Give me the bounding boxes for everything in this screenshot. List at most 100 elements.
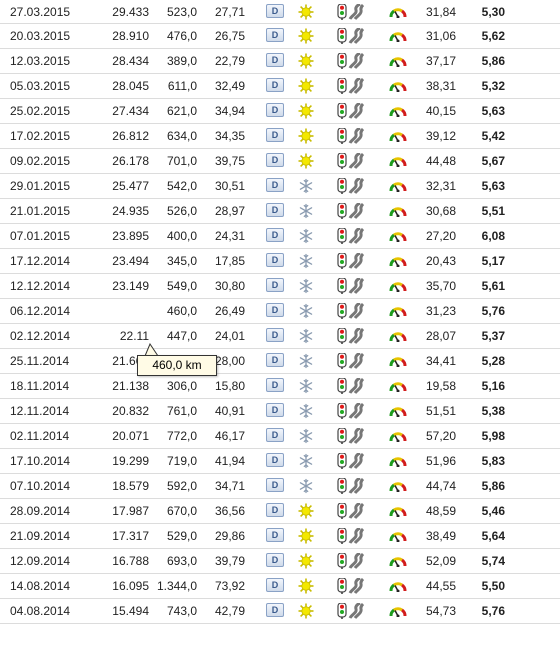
d-badge-icon[interactable]: D [266, 503, 284, 517]
fuel-log-row-19[interactable]: 17.10.2014 19.299 719,0 41,94 D 51,96 5,… [0, 449, 560, 474]
d-badge-icon[interactable]: D [266, 203, 284, 217]
fuel-type-cell[interactable]: D [266, 503, 284, 517]
fuel-log-row-9[interactable]: 21.01.2015 24.935 526,0 28,97 D 30,68 5,… [0, 199, 560, 224]
fuel-type-cell[interactable]: D [266, 478, 284, 492]
d-badge-icon[interactable]: D [266, 403, 284, 417]
fuel-type-cell[interactable]: D [266, 303, 284, 317]
distance-cell[interactable]: 693,0 [150, 549, 197, 573]
d-badge-icon[interactable]: D [266, 353, 284, 367]
distance-cell[interactable]: 549,0 [150, 274, 197, 298]
distance-cell[interactable]: 761,0 [150, 399, 197, 423]
fuel-log-row-23[interactable]: 12.09.2014 16.788 693,0 39,79 D 52,09 5,… [0, 549, 560, 574]
distance-cell[interactable]: 526,0 [150, 199, 197, 223]
fuel-log-row-7[interactable]: 09.02.2015 26.178 701,0 39,75 D 44,48 5,… [0, 149, 560, 174]
fuel-type-cell[interactable]: D [266, 453, 284, 467]
d-badge-icon[interactable]: D [266, 278, 284, 292]
fuel-log-row-2[interactable]: 20.03.2015 28.910 476,0 26,75 D 31,06 5,… [0, 24, 560, 49]
d-badge-icon[interactable]: D [266, 53, 284, 67]
fuel-log-row-15[interactable]: 25.11.2014 21.668 530,0 28,00 D [0, 349, 560, 374]
fuel-log-row-14[interactable]: 02.12.2014 22.11 447,0 24,01 D 28,07 5,3… [0, 324, 560, 349]
distance-cell[interactable]: 389,0 [150, 49, 197, 73]
fuel-type-cell[interactable]: D [266, 278, 284, 292]
fuel-type-cell[interactable]: D [266, 578, 284, 592]
fuel-log-row-5[interactable]: 25.02.2015 27.434 621,0 34,94 D 40,15 5,… [0, 99, 560, 124]
distance-cell[interactable]: 523,0 [150, 0, 197, 24]
fuel-log-row-21[interactable]: 28.09.2014 17.987 670,0 36,56 D 48,59 5,… [0, 499, 560, 524]
d-badge-icon[interactable]: D [266, 178, 284, 192]
distance-cell[interactable]: 460,0 [150, 299, 197, 323]
fuel-log-row-13[interactable]: 06.12.2014 460,0 26,49 D 31,23 5,76 [0, 299, 560, 324]
fuel-log-row-18[interactable]: 02.11.2014 20.071 772,0 46,17 D 57,20 5,… [0, 424, 560, 449]
d-badge-icon[interactable]: D [266, 253, 284, 267]
d-badge-icon[interactable]: D [266, 228, 284, 242]
distance-cell[interactable]: 345,0 [150, 249, 197, 273]
fuel-type-cell[interactable]: D [266, 228, 284, 242]
d-badge-icon[interactable]: D [266, 553, 284, 567]
fuel-log-row-22[interactable]: 21.09.2014 17.317 529,0 29,86 D 38,49 5,… [0, 524, 560, 549]
distance-cell[interactable]: 542,0 [150, 174, 197, 198]
d-badge-icon[interactable]: D [266, 603, 284, 617]
distance-cell[interactable]: 701,0 [150, 149, 197, 173]
fuel-type-cell[interactable]: D [266, 28, 284, 42]
distance-cell[interactable]: 621,0 [150, 99, 197, 123]
odometer-cell: 23.494 [112, 254, 149, 268]
fuel-type-cell[interactable]: D [266, 103, 284, 117]
d-badge-icon[interactable]: D [266, 4, 284, 18]
distance-cell[interactable]: 772,0 [150, 424, 197, 448]
fuel-log-row-4[interactable]: 05.03.2015 28.045 611,0 32,49 D 38,31 5,… [0, 74, 560, 99]
fuel-type-cell[interactable]: D [266, 403, 284, 417]
d-badge-icon[interactable]: D [266, 78, 284, 92]
fuel-type-cell[interactable]: D [266, 603, 284, 617]
distance-cell[interactable]: 529,0 [150, 524, 197, 548]
fuel-log-row-3[interactable]: 12.03.2015 28.434 389,0 22,79 D 37,17 5,… [0, 49, 560, 74]
distance-cell[interactable]: 592,0 [150, 474, 197, 498]
distance-cell[interactable]: 719,0 [150, 449, 197, 473]
fuel-log-row-10[interactable]: 07.01.2015 23.895 400,0 24,31 D 27,20 6,… [0, 224, 560, 249]
fuel-volume-cell: 32,49 [214, 79, 245, 93]
d-badge-icon[interactable]: D [266, 303, 284, 317]
d-badge-icon[interactable]: D [266, 453, 284, 467]
fuel-log-row-1[interactable]: 27.03.2015 29.433 523,0 27,71 D 31,84 5,… [0, 0, 560, 24]
fuel-type-cell[interactable]: D [266, 4, 284, 18]
distance-cell[interactable]: 611,0 [150, 74, 197, 98]
d-badge-icon[interactable]: D [266, 578, 284, 592]
d-badge-icon[interactable]: D [266, 153, 284, 167]
fuel-log-row-20[interactable]: 07.10.2014 18.579 592,0 34,71 D 44,74 5,… [0, 474, 560, 499]
d-badge-icon[interactable]: D [266, 528, 284, 542]
d-badge-icon[interactable]: D [266, 103, 284, 117]
fuel-type-cell[interactable]: D [266, 178, 284, 192]
fuel-type-cell[interactable]: D [266, 253, 284, 267]
fuel-log-row-12[interactable]: 12.12.2014 23.149 549,0 30,80 D 35,70 5,… [0, 274, 560, 299]
fuel-type-cell[interactable]: D [266, 378, 284, 392]
fuel-type-cell[interactable]: D [266, 528, 284, 542]
distance-cell[interactable]: 670,0 [150, 499, 197, 523]
d-badge-icon[interactable]: D [266, 128, 284, 142]
distance-cell[interactable]: 634,0 [150, 124, 197, 148]
fuel-type-cell[interactable]: D [266, 553, 284, 567]
distance-cell[interactable]: 306,0 [150, 374, 197, 398]
fuel-type-cell[interactable]: D [266, 353, 284, 367]
fuel-log-row-8[interactable]: 29.01.2015 25.477 542,0 30,51 D 32,31 5,… [0, 174, 560, 199]
fuel-type-cell[interactable]: D [266, 428, 284, 442]
d-badge-icon[interactable]: D [266, 428, 284, 442]
fuel-type-cell[interactable]: D [266, 153, 284, 167]
fuel-type-cell[interactable]: D [266, 203, 284, 217]
fuel-type-cell[interactable]: D [266, 53, 284, 67]
fuel-log-row-16[interactable]: 18.11.2014 21.138 306,0 15,80 D 19,58 5,… [0, 374, 560, 399]
fuel-type-cell[interactable]: D [266, 328, 284, 342]
fuel-log-row-11[interactable]: 17.12.2014 23.494 345,0 17,85 D 20,43 5,… [0, 249, 560, 274]
fuel-type-cell[interactable]: D [266, 78, 284, 92]
fuel-type-cell[interactable]: D [266, 128, 284, 142]
distance-cell[interactable]: 743,0 [150, 599, 197, 623]
distance-cell[interactable]: 400,0 [150, 224, 197, 248]
fuel-log-row-6[interactable]: 17.02.2015 26.812 634,0 34,35 D 39,12 5,… [0, 124, 560, 149]
d-badge-icon[interactable]: D [266, 378, 284, 392]
d-badge-icon[interactable]: D [266, 478, 284, 492]
d-badge-icon[interactable]: D [266, 328, 284, 342]
distance-cell[interactable]: 476,0 [150, 24, 197, 48]
distance-cell[interactable]: 1.344,0 [150, 574, 197, 598]
fuel-log-row-24[interactable]: 14.08.2014 16.095 1.344,0 73,92 D 44,55 … [0, 574, 560, 599]
fuel-log-row-17[interactable]: 12.11.2014 20.832 761,0 40,91 D 51,51 5,… [0, 399, 560, 424]
d-badge-icon[interactable]: D [266, 28, 284, 42]
fuel-log-row-25[interactable]: 04.08.2014 15.494 743,0 42,79 D 54,73 5,… [0, 599, 560, 624]
